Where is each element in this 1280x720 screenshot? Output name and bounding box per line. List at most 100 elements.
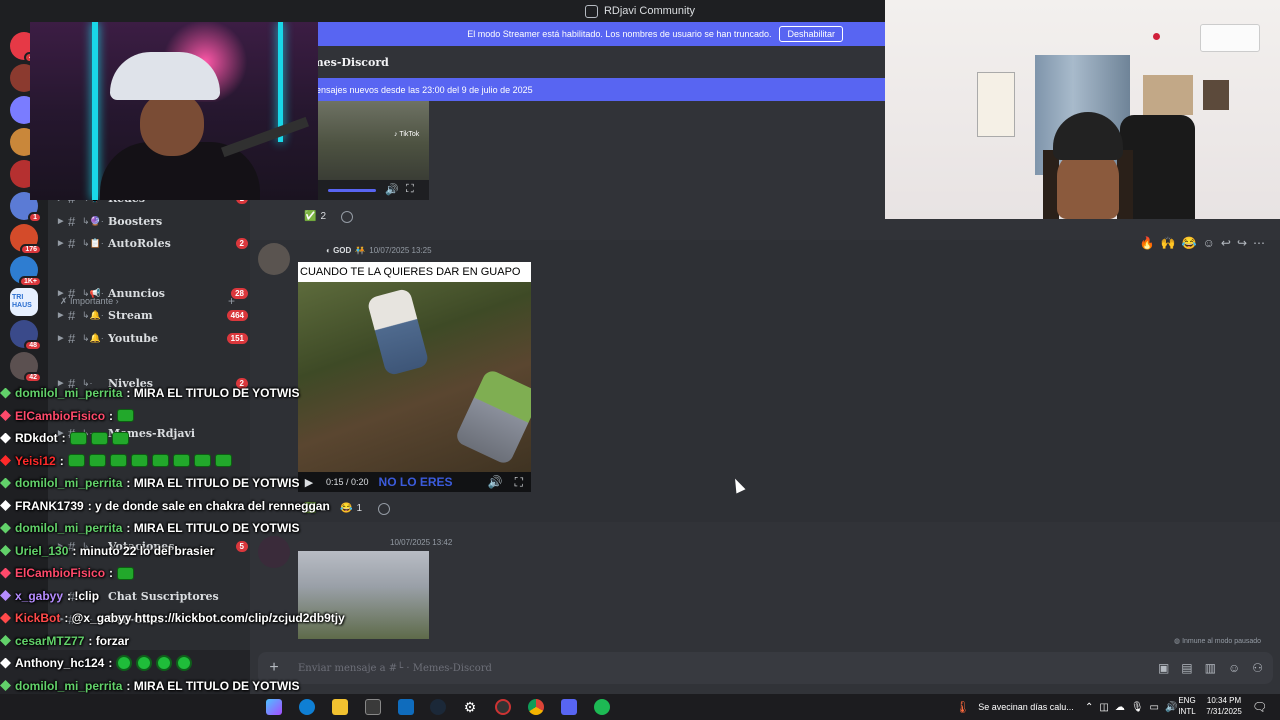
gift-icon[interactable]: ▣: [1158, 661, 1169, 675]
emote-icon: [69, 431, 87, 445]
volume-icon[interactable]: 🔊: [385, 183, 399, 196]
chat-badge-icon: [0, 612, 11, 624]
volume-slider[interactable]: [328, 189, 376, 192]
screen: RDjavi Community 4311761K+TRI HAUS4842 ▶…: [0, 0, 1280, 720]
chat-username: Uriel_130: [15, 543, 69, 558]
notifications-icon[interactable]: 🗨: [1252, 694, 1267, 720]
weather-widget[interactable]: 🌡 Se avecinan días calu...: [955, 694, 1074, 720]
chevron-up-icon[interactable]: ⌃: [1085, 702, 1093, 713]
wall-poster: [1203, 80, 1229, 110]
channel-label: Anuncios: [108, 286, 165, 300]
emote-icon: [151, 454, 169, 467]
guest-face: [1057, 150, 1119, 219]
add-channel-icon[interactable]: +: [228, 294, 235, 308]
language-indicator[interactable]: ENG INTL: [1172, 695, 1202, 717]
tray-app-icon[interactable]: ☁: [1115, 702, 1125, 713]
chat-username: cesarMTZ77: [15, 633, 85, 648]
reaction-check[interactable]: ✅ 2: [298, 207, 332, 225]
outlook-icon[interactable]: [398, 699, 414, 715]
disable-streamer-mode-button[interactable]: Deshabilitar: [779, 26, 843, 42]
wall-poster: [977, 72, 1015, 137]
channel-label: Boosters: [108, 214, 163, 228]
guest-hair: [1117, 150, 1133, 219]
reaction-count: 2: [320, 210, 327, 222]
network-icon[interactable]: ▭: [1150, 702, 1159, 713]
file-explorer-icon[interactable]: [332, 699, 348, 715]
channel-item[interactable]: ▶ # ↳🔮· Boosters: [58, 211, 248, 231]
settings-icon[interactable]: ⚙: [462, 699, 478, 715]
reply-icon[interactable]: ↩: [1221, 236, 1231, 250]
fullscreen-icon[interactable]: ⛶: [515, 475, 523, 490]
chat-username: domilol_mi_perrita: [15, 476, 123, 490]
chat-text: :: [109, 408, 114, 423]
category-icon: ✗: [60, 296, 71, 306]
store-icon[interactable]: [365, 699, 381, 715]
category-header[interactable]: ✗ Importante ›: [60, 296, 119, 307]
server-icon[interactable]: TRI HAUS: [10, 288, 38, 316]
chat-message: FRANK1739: y de donde sale en chakra del…: [0, 495, 330, 517]
chat-badge-icon: [0, 567, 11, 579]
server-icon[interactable]: 1K+: [10, 256, 42, 287]
add-reaction-icon[interactable]: ☺: [1203, 236, 1215, 250]
caret-icon: ▶: [58, 312, 64, 319]
obs-icon[interactable]: [495, 699, 511, 715]
sticker-icon[interactable]: ▥: [1205, 661, 1216, 675]
fire-reaction-icon[interactable]: 🔥: [1140, 236, 1155, 250]
chat-text: : !clip: [67, 588, 100, 603]
fullscreen-icon[interactable]: ⛶: [406, 183, 414, 196]
channel-item[interactable]: ▶ # ↳📋· AutoRoles 2: [58, 233, 248, 253]
laugh-reaction-icon[interactable]: 😂: [1182, 236, 1197, 250]
server-badge: 1K+: [18, 276, 42, 287]
microphone-icon[interactable]: 🎙: [1131, 702, 1144, 713]
clock[interactable]: 10:34 PM 7/31/2025: [1200, 695, 1248, 717]
chat-text: : minuto 22 lo del brasier: [72, 543, 215, 558]
steam-icon[interactable]: [430, 699, 446, 715]
forward-icon[interactable]: ↪: [1237, 236, 1247, 250]
emoji-icon[interactable]: ☺: [1228, 661, 1240, 675]
spotify-icon[interactable]: [594, 699, 610, 715]
message-meta: ◐ GOD 🧑‍🤝‍🧑 10/07/2025 13:25: [326, 246, 432, 255]
chat-text: : @x_gabyy https://kickbot.com/clip/zcju…: [64, 611, 345, 625]
volume-icon[interactable]: 🔊: [488, 475, 503, 490]
channel-item[interactable]: ▶ # ↳🔔· Youtube 151: [58, 328, 248, 348]
apps-icon[interactable]: ⚇: [1252, 661, 1263, 675]
message-composer[interactable]: + Enviar mensaje a #└ · Memes-Discord ▣ …: [258, 652, 1273, 684]
emote-icon: [90, 431, 108, 445]
server-icon[interactable]: 176: [10, 224, 42, 255]
channel-item[interactable]: ▶ # ↳🔔· Stream 464: [58, 305, 248, 325]
air-conditioner: [1200, 24, 1260, 52]
edge-icon[interactable]: [299, 699, 315, 715]
more-icon[interactable]: ⋯: [1253, 236, 1265, 250]
caret-icon: ▶: [58, 240, 64, 247]
new-messages-bar[interactable]: ensajes nuevos desde las 23:00 del 9 de …: [250, 78, 885, 101]
discord-taskbar-icon[interactable]: [561, 699, 577, 715]
chat-message: Uriel_130: minuto 22 lo del brasier: [0, 540, 214, 562]
emote-icon: [156, 655, 173, 671]
add-reaction-icon[interactable]: [341, 211, 353, 223]
thread-indicator: ↳🔮·: [82, 215, 104, 226]
chat-username: domilol_mi_perrita: [15, 386, 123, 400]
server-icon[interactable]: 48: [10, 320, 42, 351]
chat-message: Anthony_hc124:: [0, 652, 193, 674]
stream-chat-overlay: domilol_mi_perrita: MIRA EL TITULO DE YO…: [0, 382, 400, 715]
chat-text: : MIRA EL TITULO DE YOTWIS: [126, 678, 300, 693]
clock-time: 10:34 PM: [1206, 696, 1242, 705]
chat-text: : y de donde sale en chakra del rennegga…: [87, 498, 330, 513]
tray-app-icon[interactable]: ◫: [1099, 702, 1108, 713]
thermometer-icon: 🌡: [955, 700, 971, 714]
copilot-icon[interactable]: [266, 699, 282, 715]
neon-light: [278, 22, 283, 142]
thread-indicator: ↳📋·: [82, 237, 104, 248]
gif-icon[interactable]: ▤: [1181, 661, 1192, 675]
avatar[interactable]: [258, 243, 290, 275]
channel-label: Stream: [108, 308, 153, 322]
chat-badge-icon: [0, 680, 11, 691]
video-person: [453, 368, 531, 466]
server-icon[interactable]: 42: [10, 352, 42, 383]
hands-reaction-icon[interactable]: 🙌: [1161, 236, 1176, 250]
chat-username: Anthony_hc124: [15, 656, 105, 670]
chrome-icon[interactable]: [528, 699, 544, 715]
chat-username: domilol_mi_perrita: [15, 678, 123, 693]
server-badge: 48: [24, 340, 42, 351]
chat-message: domilol_mi_perrita: MIRA EL TITULO DE YO…: [0, 382, 299, 404]
